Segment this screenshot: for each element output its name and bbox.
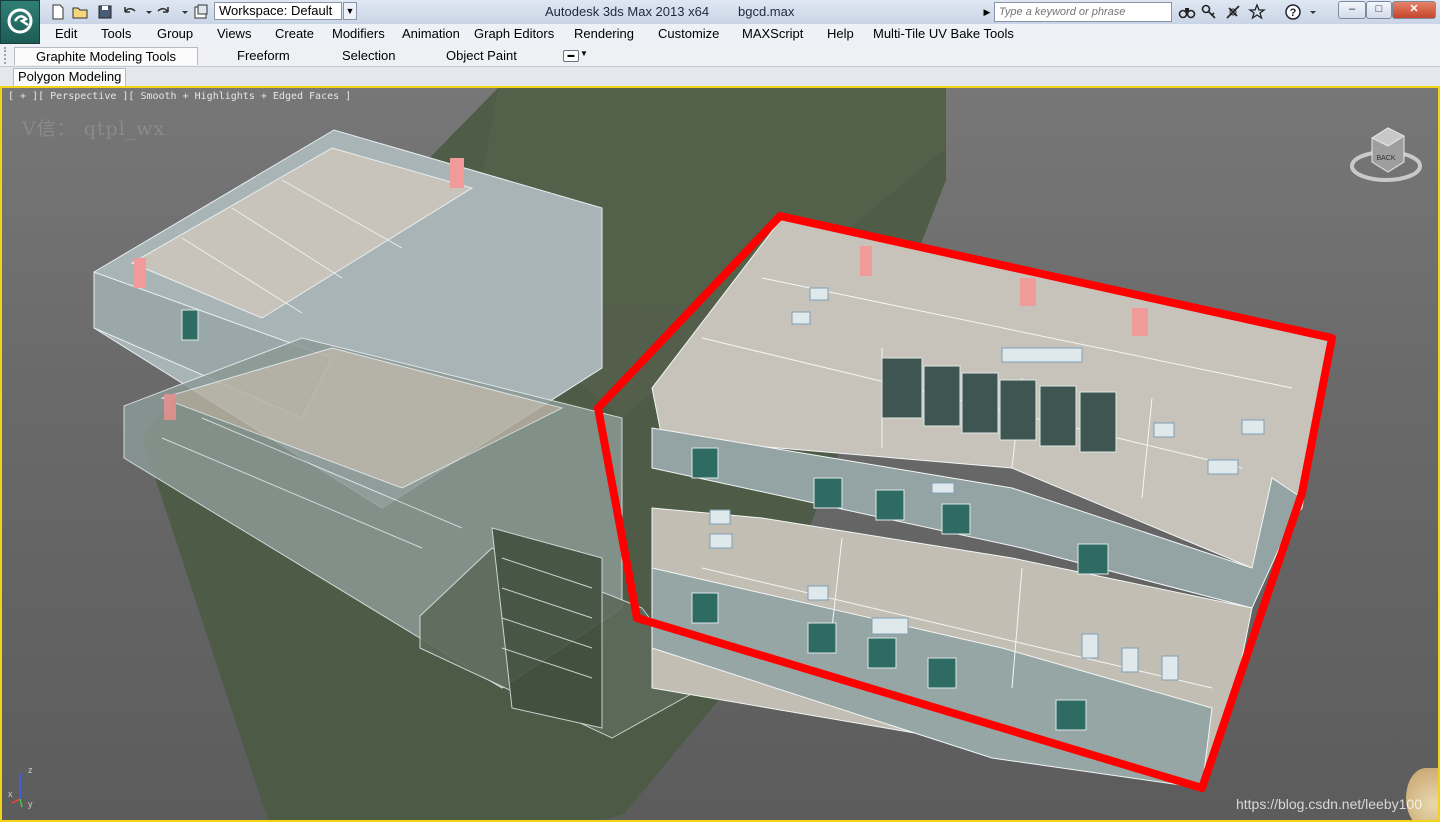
workspace-dropdown-icon[interactable]: ▼ xyxy=(343,2,357,20)
menu-animation[interactable]: Animation xyxy=(402,26,460,41)
project-folder-icon[interactable] xyxy=(192,3,210,21)
ribbon-panel-row: Polygon Modeling xyxy=(0,66,1440,87)
menu-bar: Edit Tools Group Views Create Modifiers … xyxy=(40,24,1440,44)
redo-dropdown-icon[interactable] xyxy=(176,3,188,21)
binoculars-icon[interactable] xyxy=(1178,3,1196,21)
viewcube-icon[interactable]: BACK xyxy=(1348,122,1424,186)
axis-x-label: x xyxy=(8,789,13,799)
search-input[interactable] xyxy=(994,2,1172,22)
menu-customize[interactable]: Customize xyxy=(658,26,719,41)
menu-tools[interactable]: Tools xyxy=(101,26,131,41)
undo-dropdown-icon[interactable] xyxy=(140,3,152,21)
menu-graph-editors[interactable]: Graph Editors xyxy=(474,26,554,41)
tab-object-paint[interactable]: Object Paint xyxy=(440,47,523,65)
tab-freeform[interactable]: Freeform xyxy=(231,47,296,65)
3dsmax-logo-icon xyxy=(7,8,33,34)
axis-y-label: y xyxy=(28,799,33,809)
minimize-button[interactable]: – xyxy=(1338,1,1366,19)
help-dropdown-icon[interactable] xyxy=(1304,3,1316,21)
undo-icon[interactable] xyxy=(120,3,138,21)
title-bar: Workspace: Default ▼ Autodesk 3ds Max 20… xyxy=(0,0,1440,44)
tab-selection[interactable]: Selection xyxy=(336,47,401,65)
app-title: Autodesk 3ds Max 2013 x64 xyxy=(545,4,710,19)
axis-z-label: z xyxy=(28,765,33,775)
file-name: bgcd.max xyxy=(738,4,795,19)
redo-icon[interactable] xyxy=(155,3,173,21)
search-expand-icon[interactable]: ▶ xyxy=(981,2,993,22)
open-folder-icon[interactable] xyxy=(71,3,89,21)
menu-edit[interactable]: Edit xyxy=(55,26,77,41)
menu-create[interactable]: Create xyxy=(275,26,314,41)
key-icon[interactable] xyxy=(1200,3,1218,21)
ribbon-options-dropdown-icon[interactable]: ▼ xyxy=(580,49,588,58)
communication-center-icon[interactable] xyxy=(1224,3,1242,21)
ribbon-options-icon[interactable]: ▬ xyxy=(563,50,579,62)
save-icon[interactable] xyxy=(96,3,114,21)
scene-canvas[interactable] xyxy=(2,88,1438,820)
tab-graphite-modeling-tools[interactable]: Graphite Modeling Tools xyxy=(14,47,198,65)
csdn-watermark-text: https://blog.csdn.net/leeby100 xyxy=(1235,796,1422,812)
favorites-star-icon[interactable] xyxy=(1248,3,1266,21)
close-button[interactable]: ✕ xyxy=(1392,1,1436,19)
viewport-label[interactable]: [ + ][ Perspective ][ Smooth + Highlight… xyxy=(8,91,351,102)
menu-help[interactable]: Help xyxy=(827,26,854,41)
app-logo-button[interactable] xyxy=(0,0,40,44)
menu-rendering[interactable]: Rendering xyxy=(574,26,634,41)
menu-views[interactable]: Views xyxy=(217,26,251,41)
menu-group[interactable]: Group xyxy=(157,26,193,41)
new-file-icon[interactable] xyxy=(49,3,67,21)
menu-multi-tile-uv-bake-tools[interactable]: Multi-Tile UV Bake Tools xyxy=(873,26,1014,41)
help-icon[interactable]: ? xyxy=(1284,3,1302,21)
perspective-viewport[interactable]: [ + ][ Perspective ][ Smooth + Highlight… xyxy=(0,86,1440,822)
ribbon: Graphite Modeling Tools Freeform Selecti… xyxy=(0,44,1440,87)
panel-polygon-modeling[interactable]: Polygon Modeling xyxy=(13,68,127,87)
menu-modifiers[interactable]: Modifiers xyxy=(332,26,385,41)
axis-tripod-icon: z x y xyxy=(8,765,33,809)
viewcube-face-label: BACK xyxy=(1376,155,1395,162)
watermark-text: V信： qtpl_wx xyxy=(22,118,166,140)
maximize-button[interactable]: □ xyxy=(1366,1,1392,19)
csdn-badge-icon xyxy=(1406,768,1438,820)
workspace-select[interactable]: Workspace: Default xyxy=(214,2,342,20)
svg-text:?: ? xyxy=(1290,7,1297,19)
menu-maxscript[interactable]: MAXScript xyxy=(742,26,803,41)
